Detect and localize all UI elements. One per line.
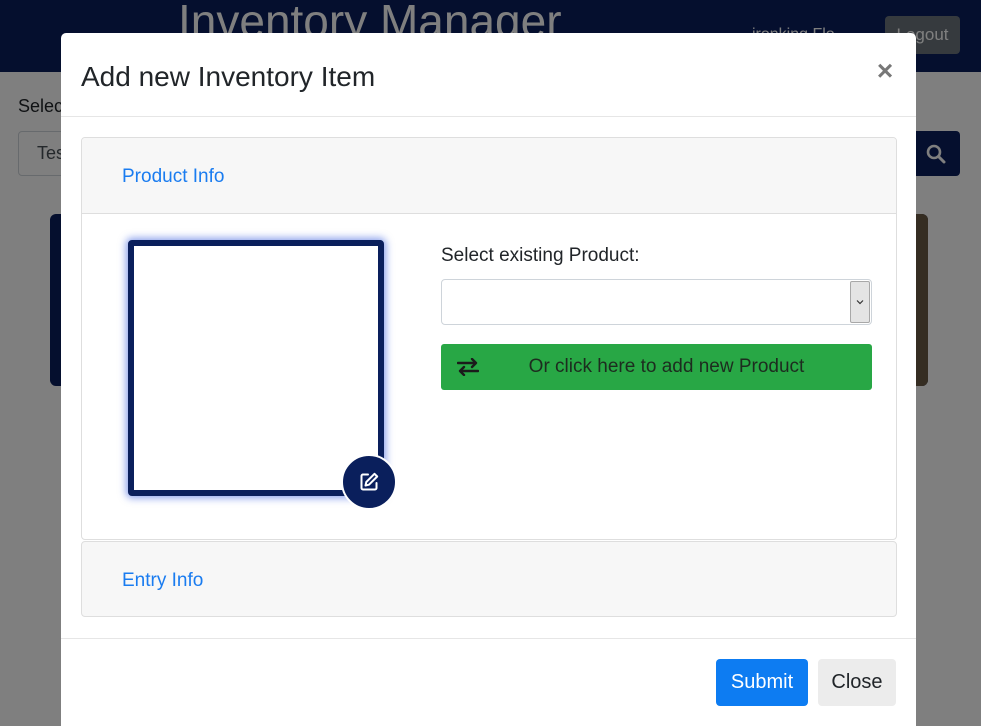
edit-icon [360, 472, 379, 491]
modal-title: Add new Inventory Item [81, 61, 376, 92]
entry-info-card: Entry Info [81, 541, 897, 617]
product-info-card: Product Info Select existing Product: Or… [81, 137, 897, 540]
edit-image-button[interactable] [341, 454, 397, 510]
product-select[interactable] [441, 279, 872, 325]
product-info-header: Product Info [82, 138, 896, 214]
add-inventory-modal: Add new Inventory Item × Product Info Se… [61, 33, 916, 726]
select-product-label: Select existing Product: [441, 245, 640, 266]
product-image-placeholder [128, 240, 384, 496]
modal-footer: Submit Close [61, 638, 916, 726]
modal-header: Add new Inventory Item × [61, 33, 916, 117]
add-new-product-label: Or click here to add new Product [528, 356, 805, 377]
product-info-toggle[interactable]: Product Info [122, 166, 224, 188]
add-new-product-button[interactable]: Or click here to add new Product [441, 344, 872, 390]
chevron-down-icon[interactable] [850, 281, 870, 323]
close-button[interactable]: Close [818, 659, 896, 706]
close-icon[interactable]: × [873, 57, 897, 85]
submit-button[interactable]: Submit [716, 659, 808, 706]
entry-info-toggle[interactable]: Entry Info [122, 570, 203, 592]
